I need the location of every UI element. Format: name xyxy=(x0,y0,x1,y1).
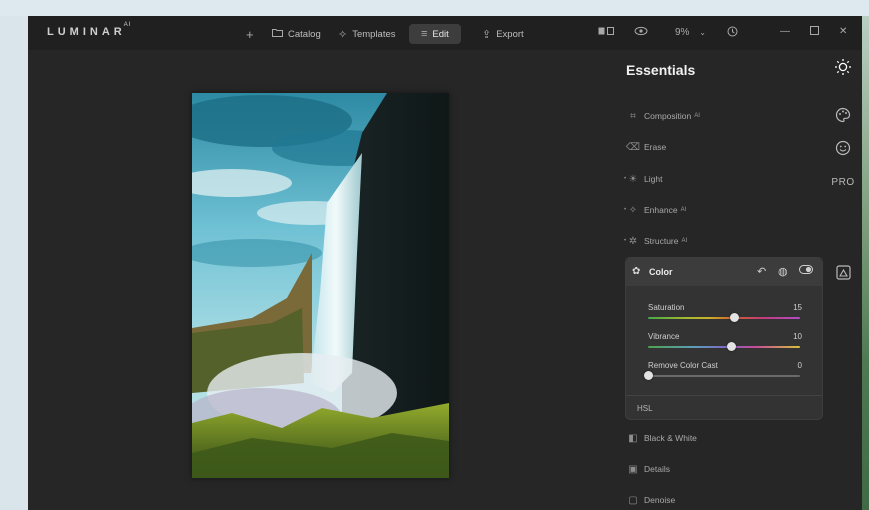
saturation-slider[interactable] xyxy=(648,317,800,319)
sliders-icon: ≡ xyxy=(421,28,428,40)
smiley-icon[interactable] xyxy=(833,138,853,158)
saturation-label: Saturation xyxy=(648,303,685,312)
tool-label: Light xyxy=(644,174,663,184)
zoom-select[interactable]: 9% ⌄ xyxy=(675,27,706,38)
vibrance-slider[interactable] xyxy=(648,346,800,348)
folder-icon xyxy=(272,28,283,40)
export-button[interactable]: ⇪ Export xyxy=(482,24,524,44)
remove-color-cast-knob[interactable] xyxy=(643,371,653,380)
desktop-background-left xyxy=(0,16,28,510)
sparkle-icon: ✧ xyxy=(338,28,348,41)
tool-composition[interactable]: ⌗ Composition AI xyxy=(622,105,824,127)
vibrance-value: 10 xyxy=(793,332,802,341)
saturation-value: 15 xyxy=(793,303,802,312)
export-label: Export xyxy=(496,28,524,40)
tool-erase[interactable]: ⌫ Erase xyxy=(622,136,824,158)
tool-label: Erase xyxy=(644,142,667,152)
desktop-background-right xyxy=(862,16,869,510)
tool-enhance[interactable]: • ✧ Enhance AI xyxy=(622,199,824,221)
catalog-label: Catalog xyxy=(288,28,321,40)
tool-structure[interactable]: • ✲ Structure AI xyxy=(622,230,824,252)
ai-badge: AI xyxy=(681,238,688,244)
minimize-icon[interactable]: — xyxy=(780,26,790,37)
tool-rail: PRO xyxy=(824,50,862,510)
app-logo-suffix: AI xyxy=(123,22,132,29)
catalog-button[interactable]: Catalog xyxy=(272,24,321,44)
desktop-background xyxy=(0,0,869,16)
title-bar: LUMINARAI + Catalog ✧ Templates ≡ Edit ⇪… xyxy=(28,16,862,50)
bullet-icon: • xyxy=(624,207,627,213)
tool-label: Denoise xyxy=(644,495,676,505)
remove-color-cast-slider[interactable] xyxy=(648,375,800,377)
edit-label: Edit xyxy=(432,28,449,40)
zoom-value: 9% xyxy=(675,27,690,38)
essentials-panel: Essentials ⌗ Composition AI ⌫ Erase • ☀ … xyxy=(622,50,824,510)
history-icon[interactable] xyxy=(727,26,738,40)
denoise-icon: ▢ xyxy=(628,494,638,506)
tool-details[interactable]: ▣ Details xyxy=(622,458,824,480)
vibrance-knob[interactable] xyxy=(727,342,737,351)
eye-icon[interactable] xyxy=(634,26,648,39)
remove-color-cast-label: Remove Color Cast xyxy=(648,361,718,370)
color-tool-header[interactable]: ✿ Color ↶ ◍ xyxy=(626,258,822,286)
color-tool-card: ✿ Color ↶ ◍ Saturation 15 Vibrance 10 Re… xyxy=(625,257,823,420)
remove-color-cast-value: 0 xyxy=(797,361,802,370)
app-logo-text: LUMINAR xyxy=(47,26,126,38)
hsl-label: HSL xyxy=(637,404,653,413)
ai-mask-icon[interactable]: ◍ xyxy=(778,265,788,278)
ai-badge: AI xyxy=(680,207,687,213)
color-title: Color xyxy=(649,267,673,277)
ai-badge: AI xyxy=(694,113,700,119)
maximize-icon[interactable] xyxy=(810,26,819,38)
tool-label: Black & White xyxy=(644,433,697,443)
add-button[interactable]: + xyxy=(246,24,259,44)
undo-icon[interactable]: ↶ xyxy=(757,265,766,278)
tool-light[interactable]: • ☀ Light xyxy=(622,168,824,190)
hsl-section[interactable]: HSL xyxy=(626,395,822,419)
app-logo: LUMINARAI xyxy=(47,22,131,38)
tool-label: Enhance xyxy=(644,205,678,215)
half-square-icon: ◧ xyxy=(628,432,638,444)
palette-icon[interactable] xyxy=(833,105,853,125)
tool-label: Structure xyxy=(644,236,679,246)
app-window: LUMINARAI + Catalog ✧ Templates ≡ Edit ⇪… xyxy=(28,16,862,510)
tool-label: Composition xyxy=(644,111,692,121)
visibility-toggle-icon[interactable] xyxy=(799,265,813,277)
eraser-icon: ⌫ xyxy=(625,141,641,153)
bullet-icon: • xyxy=(624,176,627,182)
crop-icon: ⌗ xyxy=(630,110,636,122)
saturation-knob[interactable] xyxy=(730,313,740,322)
edit-tab[interactable]: ≡ Edit xyxy=(409,24,461,44)
portrait-icon[interactable] xyxy=(833,262,853,282)
templates-button[interactable]: ✧ Templates xyxy=(338,24,396,44)
image-canvas[interactable] xyxy=(28,50,622,510)
tool-black-white[interactable]: ◧ Black & White xyxy=(622,427,824,449)
close-icon[interactable]: ✕ xyxy=(839,26,847,37)
share-icon: ⇪ xyxy=(482,28,492,41)
photo-waterfall xyxy=(192,93,449,478)
compare-icon[interactable] xyxy=(598,26,614,39)
templates-label: Templates xyxy=(352,28,396,40)
tool-denoise[interactable]: ▢ Denoise xyxy=(622,489,824,510)
plus-icon: + xyxy=(246,26,254,42)
vibrance-label: Vibrance xyxy=(648,332,680,341)
sun-icon[interactable] xyxy=(833,57,853,77)
chevron-down-icon: ⌄ xyxy=(699,28,706,37)
color-wheel-icon: ✿ xyxy=(632,266,641,277)
tool-label: Details xyxy=(644,464,670,474)
panel-title: Essentials xyxy=(626,62,696,78)
bullet-icon: • xyxy=(624,238,627,244)
details-icon: ▣ xyxy=(628,463,638,475)
pro-label[interactable]: PRO xyxy=(831,172,854,192)
